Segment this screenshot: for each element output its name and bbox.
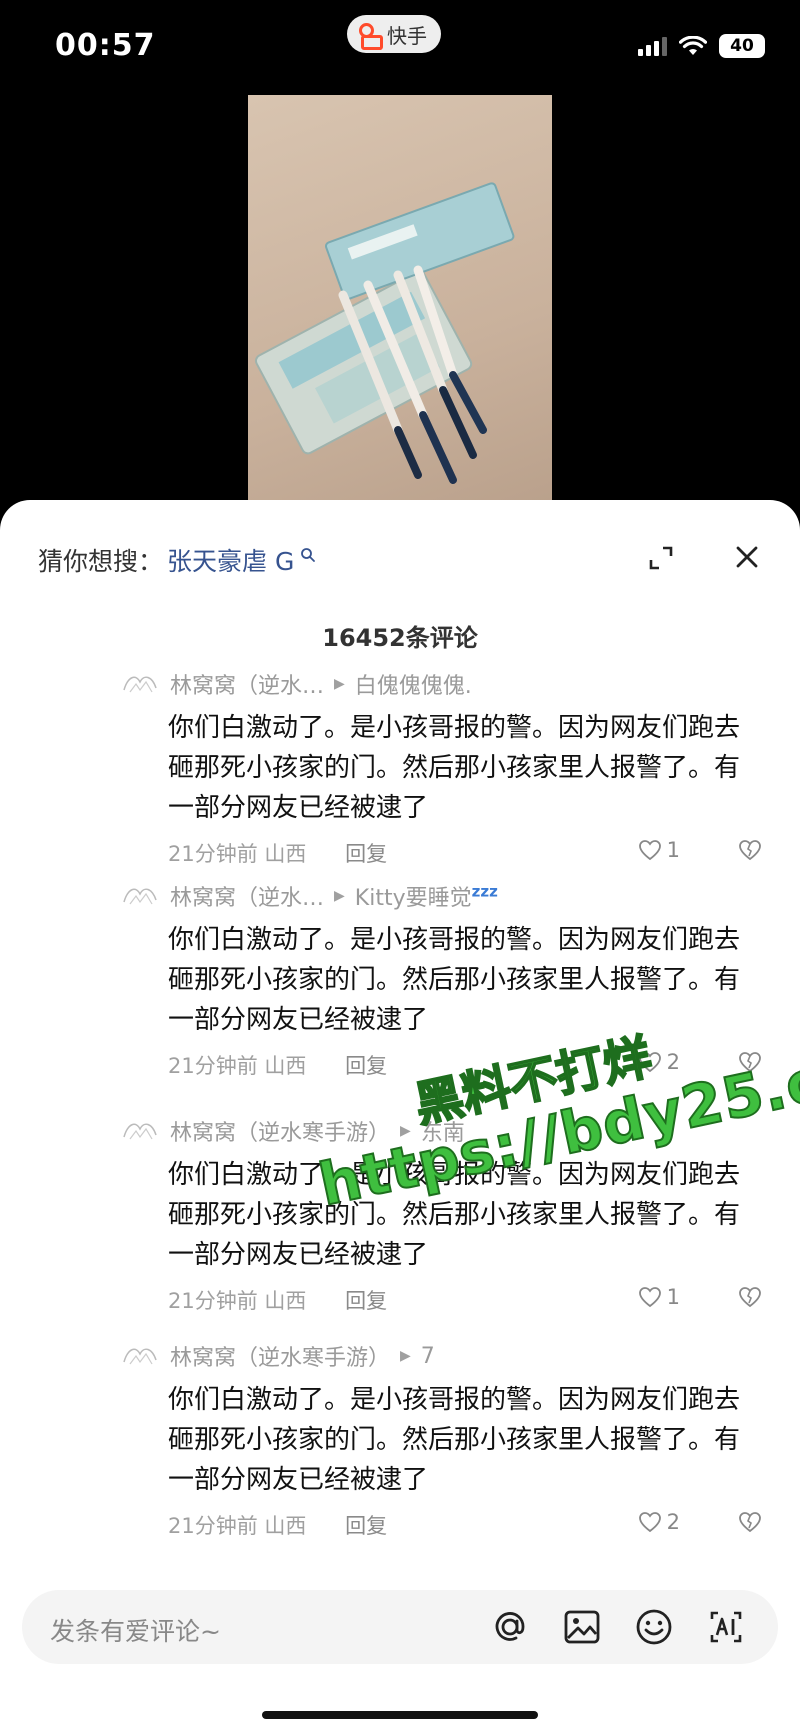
kuaishou-logo-icon [357, 22, 383, 50]
comment-header: 林窝窝（逆水… ▶ 白傀傀傀傀. [122, 668, 472, 700]
battery-indicator: 40 [719, 34, 765, 58]
comment-header: 林窝窝（逆水寒手游） ▶ 7 [122, 1340, 435, 1372]
heart-icon [638, 840, 661, 861]
emoji-icon[interactable] [634, 1607, 674, 1647]
pens-photo [254, 182, 515, 484]
close-icon[interactable] [734, 544, 760, 570]
reply-arrow-icon: ▶ [400, 1123, 411, 1139]
comment-text: 你们白激动了。是小孩哥报的警。因为网友们跑去砸那死小孩家的门。然后那小孩家里人报… [168, 1385, 741, 1495]
comment-time-location: 21分钟前 山西 [168, 842, 307, 866]
heart-icon [638, 1287, 661, 1308]
reply-arrow-icon: ▶ [400, 1348, 411, 1364]
home-indicator[interactable] [262, 1711, 538, 1719]
broken-heart-icon[interactable] [738, 839, 762, 861]
broken-heart-icon[interactable] [738, 1286, 762, 1308]
heart-icon [638, 1052, 661, 1073]
reply-to-suffix: zzz [471, 882, 498, 901]
like-button[interactable]: 1 [638, 1285, 680, 1309]
comment-item: 林窝窝（逆水寒手游） ▶ 7 你们白激动了。是小孩哥报的警。因为网友们跑去砸那死… [0, 1340, 800, 1566]
comment-meta: 21分钟前 山西 回复 [168, 1510, 387, 1540]
app-indicator[interactable]: 快手 [347, 15, 441, 53]
reply-button[interactable]: 回复 [345, 1289, 387, 1313]
search-suggestion-label: 猜你想搜： [38, 547, 164, 576]
video-frame-image [248, 95, 552, 525]
comment-time-location: 21分钟前 山西 [168, 1289, 307, 1313]
wifi-icon [679, 36, 707, 55]
comment-meta: 21分钟前 山西 回复 [168, 1285, 387, 1315]
broken-heart-icon[interactable] [738, 1511, 762, 1533]
reply-button[interactable]: 回复 [345, 1514, 387, 1538]
image-icon[interactable] [562, 1607, 602, 1647]
video-player[interactable] [0, 95, 800, 525]
reply-arrow-icon: ▶ [334, 888, 345, 904]
status-bar: 00:57 快手 40 [0, 0, 800, 95]
comment-input-bar[interactable]: 发条有爱评论~ [22, 1590, 778, 1664]
search-icon [301, 548, 316, 562]
comments-count: 16452条评论 [322, 624, 478, 652]
like-count: 1 [666, 1285, 680, 1309]
search-suggestion[interactable]: 猜你想搜： 张天豪虐 G [38, 540, 770, 580]
comment-reply-to[interactable]: 东南 [421, 1115, 465, 1147]
status-time: 00:57 [55, 28, 156, 63]
reply-to-name: Kitty要睡觉 [354, 886, 472, 911]
comment-item: 林窝窝（逆水… ▶ Kitty要睡觉zzz 你们白激动了。是小孩哥报的警。因为网… [0, 880, 800, 1106]
at-mention-icon[interactable] [490, 1607, 530, 1647]
comment-meta: 21分钟前 山西 回复 [168, 838, 387, 868]
comment-username[interactable]: 林窝窝（逆水… [170, 880, 324, 912]
comments-panel: 猜你想搜： 张天豪虐 G 16452条评论 林窝窝（逆水… ▶ 白傀傀傀傀. 你… [0, 500, 800, 1732]
expand-icon[interactable] [647, 544, 675, 572]
like-button[interactable]: 1 [638, 838, 680, 862]
like-count: 2 [666, 1050, 680, 1074]
comment-text: 你们白激动了。是小孩哥报的警。因为网友们跑去砸那死小孩家的门。然后那小孩家里人报… [168, 713, 741, 823]
comment-header: 林窝窝（逆水寒手游） ▶ 东南 [122, 1115, 465, 1147]
status-icons: 40 [638, 34, 765, 58]
broken-heart-icon[interactable] [738, 1051, 762, 1073]
app-name: 快手 [387, 23, 427, 48]
comment-username[interactable]: 林窝窝（逆水寒手游） [170, 1115, 390, 1147]
like-button[interactable]: 2 [638, 1510, 680, 1534]
reply-arrow-icon: ▶ [334, 676, 345, 692]
like-button[interactable]: 2 [638, 1050, 680, 1074]
comment-item: 林窝窝（逆水寒手游） ▶ 东南 你们白激动了。是小孩哥报的警。因为网友们跑去砸那… [0, 1115, 800, 1341]
comment-username[interactable]: 林窝窝（逆水寒手游） [170, 1340, 390, 1372]
comment-meta: 21分钟前 山西 回复 [168, 1050, 387, 1080]
comment-reply-to[interactable]: Kitty要睡觉zzz [355, 880, 498, 912]
signal-icon [638, 36, 667, 56]
comment-reply-to[interactable]: 白傀傀傀傀. [355, 668, 472, 700]
reply-button[interactable]: 回复 [345, 1054, 387, 1078]
comment-reply-to[interactable]: 7 [421, 1344, 435, 1369]
heart-icon [638, 1512, 661, 1533]
comment-text: 你们白激动了。是小孩哥报的警。因为网友们跑去砸那死小孩家的门。然后那小孩家里人报… [168, 1160, 741, 1270]
comment-username[interactable]: 林窝窝（逆水… [170, 668, 324, 700]
comment-time-location: 21分钟前 山西 [168, 1054, 307, 1078]
ai-assistant-icon[interactable] [706, 1607, 746, 1647]
comment-header: 林窝窝（逆水… ▶ Kitty要睡觉zzz [122, 880, 498, 912]
comment-time-location: 21分钟前 山西 [168, 1514, 307, 1538]
like-count: 1 [666, 838, 680, 862]
search-suggestion-term[interactable]: 张天豪虐 G [167, 542, 294, 578]
like-count: 2 [666, 1510, 680, 1534]
comment-input[interactable]: 发条有爱评论~ [50, 1612, 221, 1648]
reply-button[interactable]: 回复 [345, 842, 387, 866]
comment-item: 林窝窝（逆水… ▶ 白傀傀傀傀. 你们白激动了。是小孩哥报的警。因为网友们跑去砸… [0, 668, 800, 894]
comment-text: 你们白激动了。是小孩哥报的警。因为网友们跑去砸那死小孩家的门。然后那小孩家里人报… [168, 925, 741, 1035]
